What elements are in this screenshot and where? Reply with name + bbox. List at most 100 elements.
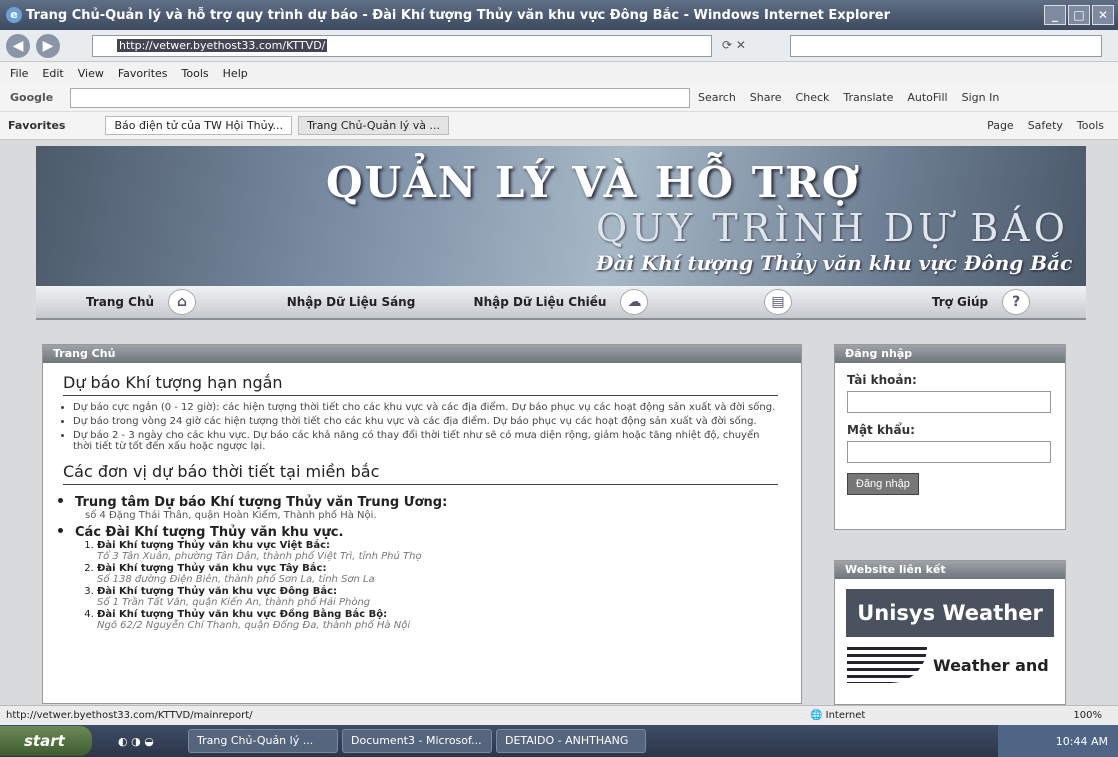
nav-item-4[interactable]: ▤ [666, 286, 876, 318]
google-search-button[interactable]: Search [698, 91, 736, 104]
weather-link-2-label: Weather and [933, 655, 1049, 675]
station-name: Đài Khí tượng Thủy văn khu vực Tây Bắc: [97, 563, 327, 574]
password-label: Mật khẩu: [847, 423, 915, 437]
window-titlebar: e Trang Chủ-Quản lý và hỗ trợ quy trình … [0, 0, 1118, 30]
safety-menu[interactable]: Safety [1028, 119, 1063, 132]
station-address: Số 1 Trần Tất Văn, quận Kiến An, thành p… [97, 597, 371, 608]
google-logo: Google [10, 91, 54, 104]
menu-help[interactable]: Help [223, 67, 248, 80]
window-controls: _ □ ✕ [1044, 5, 1114, 25]
start-button[interactable]: start [0, 726, 92, 756]
station-item: Đài Khí tượng Thủy văn khu vực Việt Bắc:… [97, 540, 801, 562]
account-label: Tài khoản: [847, 373, 917, 387]
main-panel: Trang Chủ Dự báo Khí tượng hạn ngắn Dự b… [42, 344, 802, 704]
station-item: Đài Khí tượng Thủy văn khu vực Đồng Bằng… [97, 609, 801, 631]
nav-morning-label: Nhập Dữ Liệu Sáng [286, 295, 416, 309]
weather-link-2[interactable]: Weather and [847, 647, 1065, 683]
menu-favorites[interactable]: Favorites [118, 67, 168, 80]
station-address: Số 138 đường Điện Biên, thành phố Sơn La… [97, 574, 375, 585]
clock: 10:44 AM [1055, 734, 1108, 748]
links-panel: Website liên kết Unisys Weather Weather … [834, 560, 1066, 705]
live-search-input[interactable] [790, 35, 1102, 57]
unit-name: Trung tâm Dự báo Khí tượng Thủy văn Trun… [75, 495, 448, 510]
taskbar-item-folder[interactable]: DETAIDO - ANHTHANG [496, 729, 646, 753]
nav-home-label: Trang Chủ [85, 295, 155, 309]
google-toolbar-items: Search Share Check Translate AutoFill Si… [698, 91, 999, 104]
unit-item: Các Đài Khí tượng Thủy văn khu vực. Đài … [75, 521, 801, 631]
nav-morning-data[interactable]: Nhập Dữ Liệu Sáng [246, 286, 456, 318]
refresh-stop-icons[interactable]: ⟳ ✕ [722, 38, 746, 52]
unit-item: Trung tâm Dự báo Khí tượng Thủy văn Trun… [75, 491, 801, 521]
google-signin-link[interactable]: Sign In [962, 91, 1000, 104]
login-panel: Đăng nhập Tài khoản: Mật khẩu: Đăng nhập [834, 344, 1066, 530]
tab-trangchu[interactable]: Trang Chủ-Quản lý và ... [298, 116, 450, 135]
station-name: Đài Khí tượng Thủy văn khu vực Đông Bắc: [97, 586, 337, 597]
status-url: http://vetwer.byethost33.com/KTTVD/mainr… [6, 710, 253, 721]
quick-launch[interactable]: ◐ ◑ ◒ [118, 735, 188, 748]
nav-afternoon-data[interactable]: Nhập Dữ Liệu Chiều ☁ [456, 286, 666, 318]
forecast-bullet: Dự báo cực ngắn (0 - 12 giờ): các hiện t… [73, 402, 781, 413]
google-share-button[interactable]: Share [750, 91, 782, 104]
login-button[interactable]: Đăng nhập [847, 473, 919, 495]
site-banner: QUẢN LÝ VÀ HỖ TRỢ QUY TRÌNH DỰ BÁO Đài K… [36, 146, 1086, 286]
system-tray: 10:44 AM [998, 725, 1118, 757]
menu-tools[interactable]: Tools [182, 67, 209, 80]
google-toolbar: Google Search Share Check Translate Auto… [0, 84, 1118, 112]
unit-name: Các Đài Khí tượng Thủy văn khu vực. [75, 525, 344, 540]
site-nav: Trang Chủ ⌂ Nhập Dữ Liệu Sáng Nhập Dữ Li… [36, 286, 1086, 320]
minimize-button[interactable]: _ [1044, 5, 1066, 25]
menu-file[interactable]: File [10, 67, 28, 80]
main-panel-header: Trang Chủ [43, 345, 801, 363]
back-button[interactable]: ◀ [6, 33, 30, 58]
forward-button[interactable]: ▶ [36, 33, 60, 58]
weather-waves-logo [847, 647, 927, 683]
close-button[interactable]: ✕ [1092, 5, 1114, 25]
google-autofill-button[interactable]: AutoFill [907, 91, 947, 104]
tab-baodientu[interactable]: Báo điện tử của TW Hội Thủy... [105, 116, 293, 135]
document-icon: ▤ [764, 289, 792, 315]
google-search-input[interactable] [70, 87, 690, 108]
nav-afternoon-label: Nhập Dữ Liệu Chiều [473, 295, 607, 309]
taskbar-item-ie[interactable]: Trang Chủ-Quản lý ... [188, 729, 338, 753]
forecast-bullets: Dự báo cực ngắn (0 - 12 giờ): các hiện t… [73, 402, 781, 452]
forecast-bullet: Dự báo 2 - 3 ngày cho các khu vực. Dự bá… [73, 430, 781, 452]
forecast-bullet: Dự báo trong vòng 24 giờ các hiện tượng … [73, 416, 781, 427]
url-input[interactable]: http://vetwer.byethost33.com/KTTVD/ [92, 35, 712, 57]
nav-home[interactable]: Trang Chủ ⌂ [36, 286, 246, 318]
password-input[interactable] [847, 441, 1051, 463]
banner-line1: QUẢN LÝ VÀ HỖ TRỢ [326, 158, 861, 207]
station-item: Đài Khí tượng Thủy văn khu vực Đông Bắc:… [97, 586, 801, 608]
banner-line3: Đài Khí tượng Thủy văn khu vực Đông Bắc [596, 251, 1073, 275]
login-form: Tài khoản: Mật khẩu: Đăng nhập [835, 363, 1065, 505]
taskbar-item-word[interactable]: Document3 - Microsof... [342, 729, 492, 753]
maximize-button[interactable]: □ [1068, 5, 1090, 25]
station-address: Ngõ 62/2 Nguyễn Chí Thanh, quận Đống Đa,… [97, 620, 411, 631]
status-zone: 🌐 Internet [810, 710, 866, 721]
tools-menu[interactable]: Tools [1077, 119, 1104, 132]
window-title: Trang Chủ-Quản lý và hỗ trợ quy trình dự… [26, 7, 890, 23]
nav-help[interactable]: Trợ Giúp ? [876, 286, 1086, 318]
ie-icon: e [6, 7, 22, 23]
status-zone-label: Internet [825, 710, 866, 721]
section-title-units: Các đơn vị dự báo thời tiết tại miền bắc [63, 462, 778, 485]
units-list: Trung tâm Dự báo Khí tượng Thủy văn Trun… [75, 491, 801, 631]
links-panel-header: Website liên kết [835, 561, 1065, 579]
stations-list: Đài Khí tượng Thủy văn khu vực Việt Bắc:… [97, 540, 801, 631]
google-check-button[interactable]: Check [796, 91, 830, 104]
banner-line2: QUY TRÌNH DỰ BÁO [596, 206, 1069, 250]
station-address: Tổ 3 Tân Xuân, phường Tân Dân, thành phố… [97, 551, 422, 562]
menu-bar: File Edit View Favorites Tools Help [0, 62, 1118, 84]
favorites-button[interactable]: Favorites [8, 119, 65, 132]
home-icon: ⌂ [168, 289, 197, 315]
help-icon: ? [1002, 289, 1031, 315]
menu-view[interactable]: View [78, 67, 104, 80]
nav-help-label: Trợ Giúp [931, 295, 989, 309]
page-menu[interactable]: Page [987, 119, 1014, 132]
google-translate-button[interactable]: Translate [843, 91, 893, 104]
unisys-weather-link[interactable]: Unisys Weather [846, 589, 1054, 637]
command-bar: Page Safety Tools [987, 119, 1104, 132]
account-input[interactable] [847, 391, 1051, 413]
zoom-level[interactable]: 100% [1073, 710, 1102, 721]
menu-edit[interactable]: Edit [42, 67, 63, 80]
address-bar: ◀ ▶ http://vetwer.byethost33.com/KTTVD/ … [0, 30, 1118, 62]
